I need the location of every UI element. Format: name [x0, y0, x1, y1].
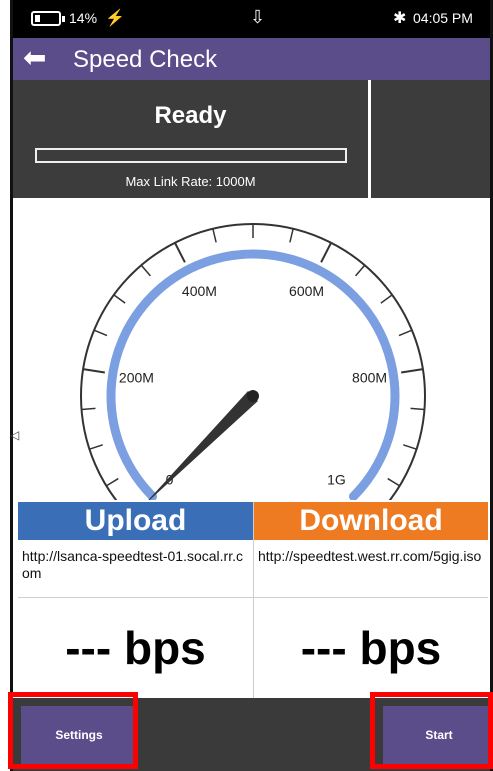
status-text: Ready [154, 102, 227, 129]
gauge-tick [400, 368, 424, 374]
battery-percentage: 14% [69, 10, 98, 26]
charging-icon: ⚡ [105, 10, 125, 27]
gauge-tick [174, 242, 186, 263]
download-column: Download http://speedtest.west.rr.com/5g… [253, 502, 488, 698]
status-bar: 14% ⚡ ⇩ ✱ 04:05 PM [13, 0, 490, 38]
gauge-tick [89, 444, 103, 450]
results-panel: Upload http://lsanca-speedtest-01.socal.… [18, 502, 488, 698]
battery-icon [31, 11, 65, 26]
status-panel: Ready Max Link Rate: 1000M [13, 80, 368, 198]
title-bar: ⬅ Speed Check [13, 38, 490, 80]
gauge-tick [212, 228, 217, 243]
app-frame: 14% ⚡ ⇩ ✱ 04:05 PM ⬅ Speed Check Ready M… [10, 0, 493, 771]
page-title: Speed Check [73, 46, 218, 73]
gauge-tick [380, 294, 393, 304]
gauge-tick [93, 329, 108, 337]
status-side-panel [371, 80, 490, 198]
settings-highlight-box [8, 692, 138, 769]
bluetooth-icon: ✱ [393, 10, 407, 27]
gauge-tick [387, 477, 401, 487]
side-arrow-icon: ◁ [10, 428, 20, 442]
upload-header: Upload [18, 502, 253, 540]
download-header: Download [254, 502, 488, 540]
gauge-needle [148, 391, 258, 500]
gauge-tick [355, 264, 366, 277]
gauge-label: 600M [289, 283, 324, 299]
download-speed: --- bps [300, 622, 442, 674]
max-link-rate: Max Link Rate: 1000M [125, 174, 256, 189]
gauge-tick [105, 477, 119, 487]
gauge-label: 400M [182, 283, 217, 299]
gauge-tick [140, 264, 151, 277]
gauge-label: 800M [352, 370, 387, 386]
speed-gauge: 0200M400M600M800M1G [80, 223, 426, 500]
gauge-labels: 0200M400M600M800M1G [119, 283, 387, 488]
usb-icon: ⇩ [250, 7, 266, 27]
gauge-label: 1G [327, 471, 346, 487]
start-highlight-box [370, 692, 493, 769]
download-url: http://speedtest.west.rr.com/5gig.iso [254, 540, 488, 598]
clock: 04:05 PM [413, 10, 473, 26]
upload-column: Upload http://lsanca-speedtest-01.socal.… [18, 502, 253, 698]
gauge-tick [81, 407, 96, 411]
gauge-tick [410, 407, 425, 411]
upload-url: http://lsanca-speedtest-01.socal.rr.com [18, 540, 253, 598]
back-arrow-icon[interactable]: ⬅ [23, 42, 46, 74]
gauge-ticks [81, 224, 425, 487]
gauge-tick [289, 228, 294, 243]
gauge-outer-arc [80, 223, 426, 500]
gauge-tick [403, 444, 417, 450]
gauge-label: 200M [119, 370, 154, 386]
gauge-tick [398, 329, 413, 337]
gauge-tick [113, 294, 126, 304]
gauge-tick [82, 368, 106, 374]
gauge-needle-hub [247, 390, 259, 402]
upload-speed: --- bps [65, 622, 206, 674]
gauge-tick [320, 242, 332, 263]
progress-bar [35, 148, 347, 163]
